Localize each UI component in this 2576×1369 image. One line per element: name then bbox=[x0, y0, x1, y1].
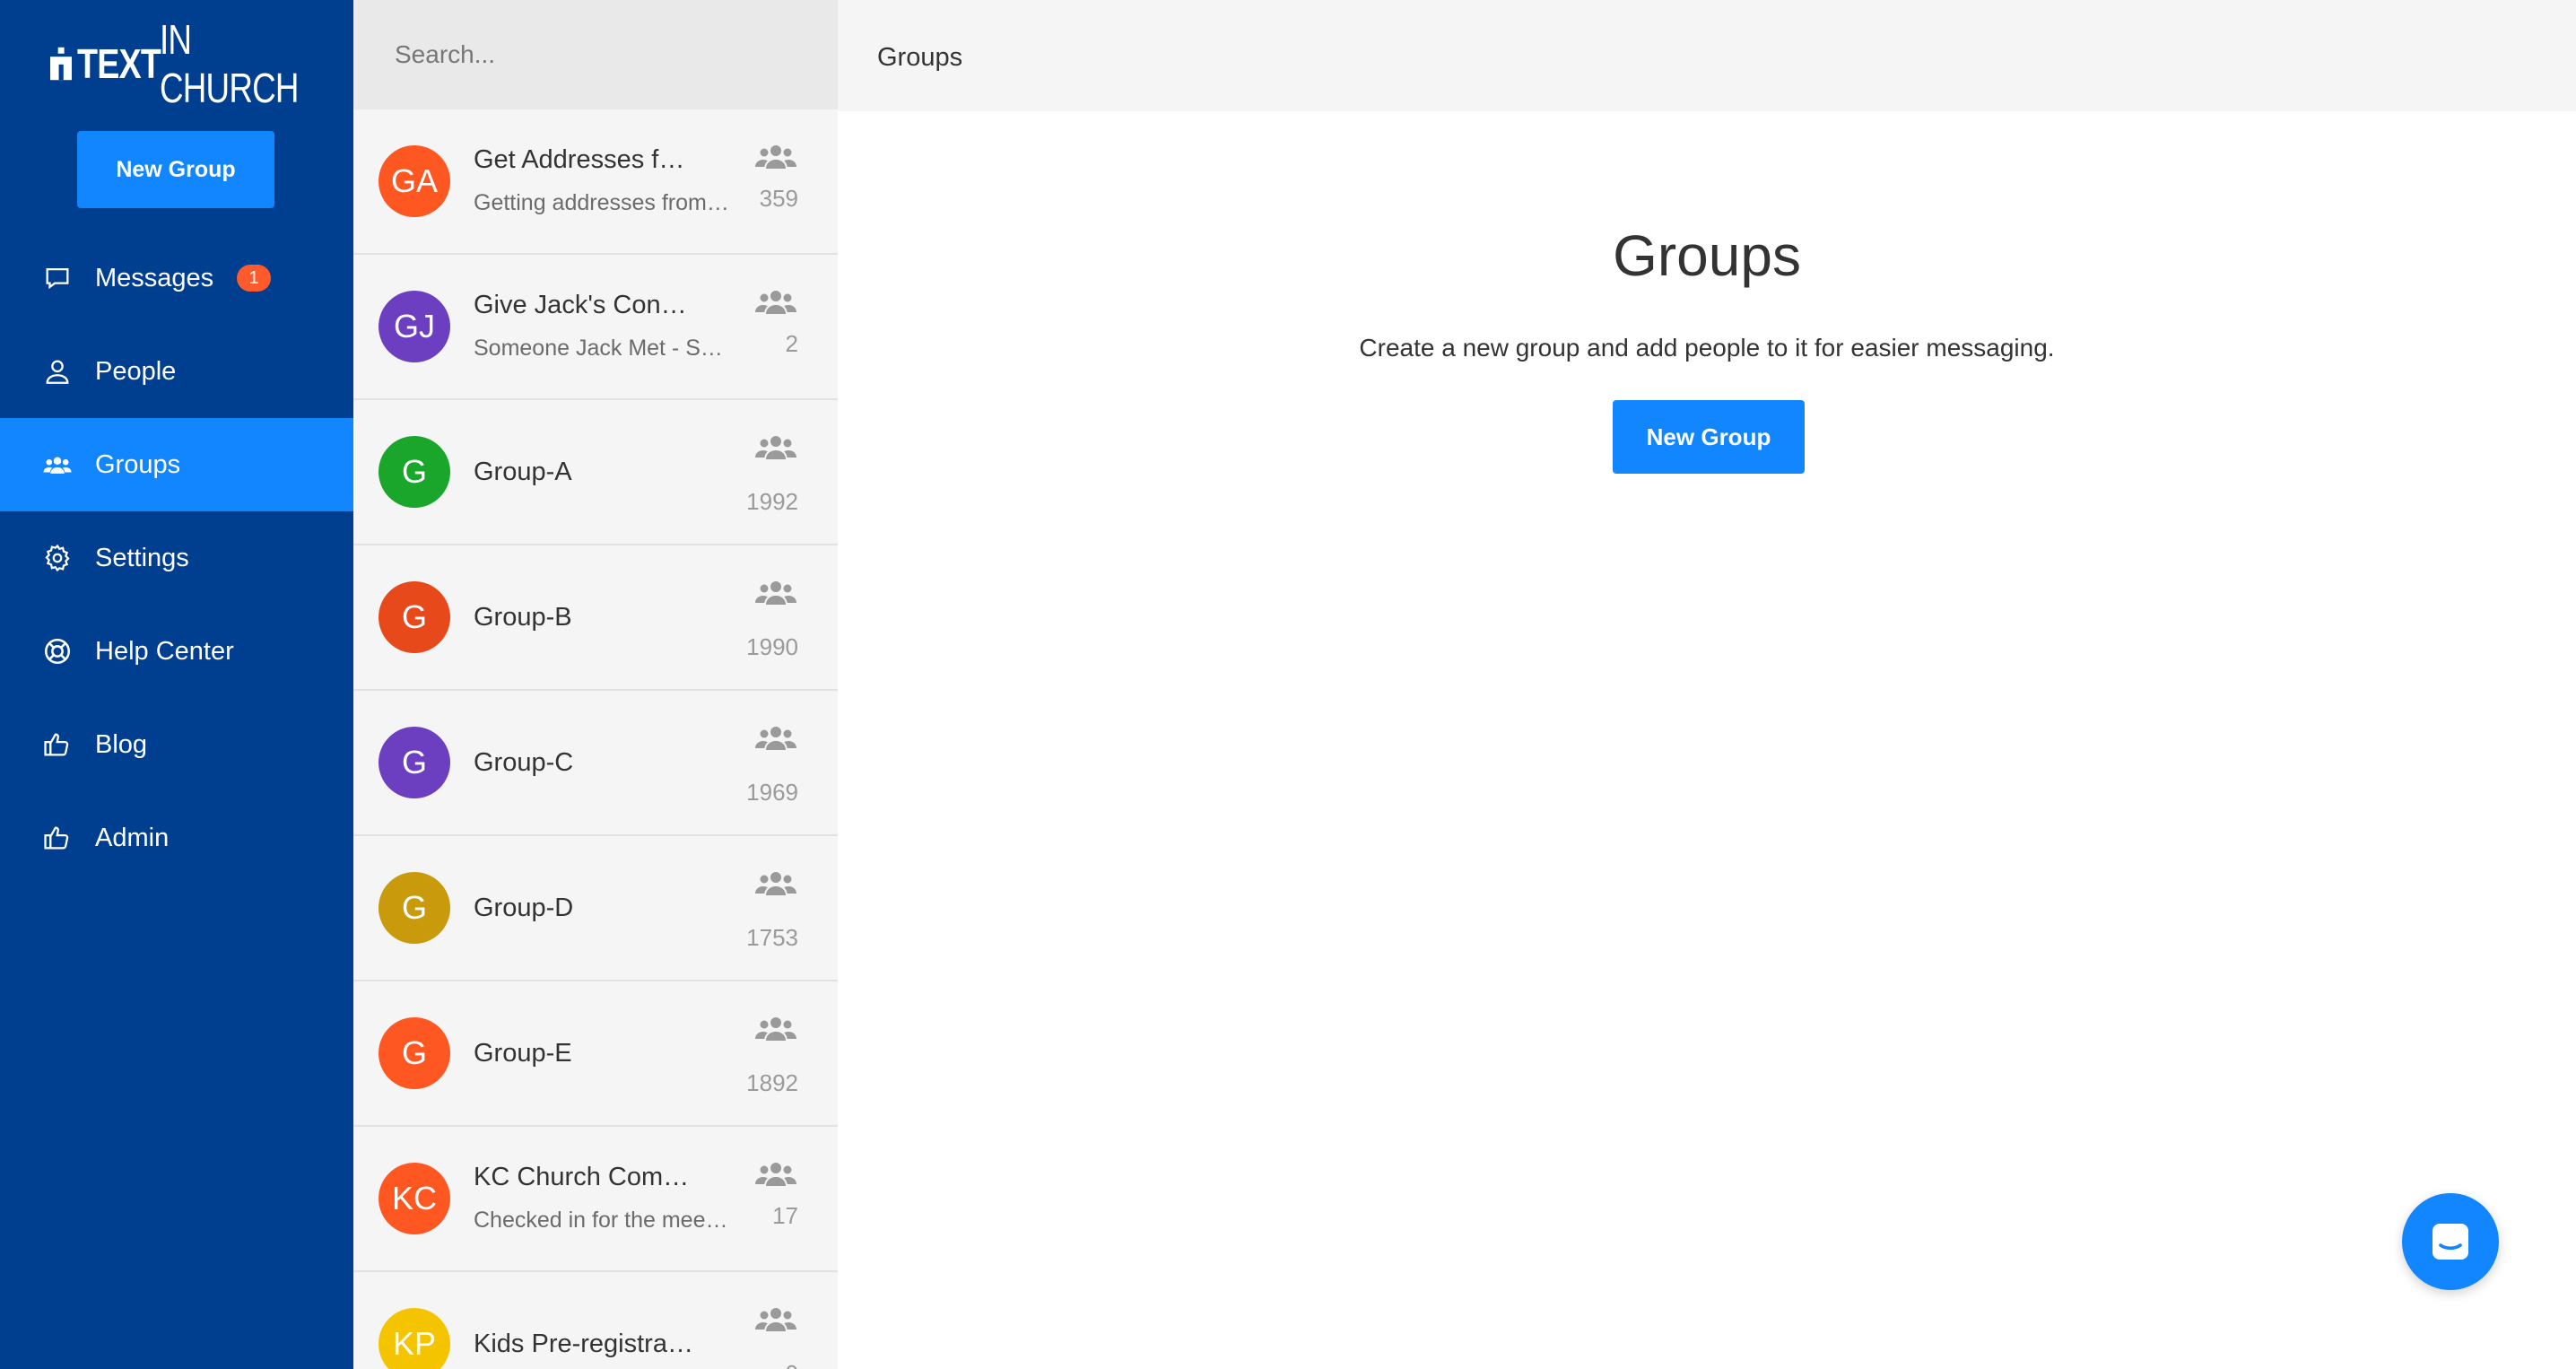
group-name: Group-B bbox=[474, 603, 572, 632]
sidebar-item-label: Blog bbox=[95, 729, 148, 759]
group-name: Group-D bbox=[474, 894, 574, 922]
sidebar: TEXT IN CHURCH New Group Messages 1 Peop… bbox=[0, 0, 353, 1369]
group-name: Kids Pre-registration bbox=[474, 1330, 693, 1358]
group-avatar: G bbox=[379, 872, 450, 944]
sidebar-item-label: Admin bbox=[95, 823, 170, 852]
group-row[interactable]: G Group-D 1753 bbox=[353, 836, 838, 981]
sidebar-item-settings[interactable]: Settings bbox=[0, 511, 353, 605]
group-member-count: 1992 bbox=[746, 488, 798, 515]
group-avatar: GJ bbox=[379, 291, 450, 362]
group-name: KC Church Community bbox=[474, 1163, 693, 1191]
thumbs-up-icon bbox=[39, 820, 75, 856]
church-logo-icon bbox=[50, 47, 73, 81]
group-member-count: 1892 bbox=[746, 1069, 798, 1096]
group-row[interactable]: KC KC Church Community Checked in for the … bbox=[353, 1127, 838, 1272]
group-avatar: GA bbox=[379, 145, 450, 217]
group-row[interactable]: KP Kids Pre-registration 0 bbox=[353, 1272, 838, 1369]
group-name: Get Addresses for Kids bbox=[474, 145, 693, 174]
group-name: Give Jack's Contact Info bbox=[474, 291, 693, 319]
sidebar-new-group-button[interactable]: New Group bbox=[77, 131, 274, 208]
group-name: Group-C bbox=[474, 748, 574, 777]
group-row[interactable]: G Group-C 1969 bbox=[353, 691, 838, 836]
group-avatar: G bbox=[379, 436, 450, 508]
sidebar-item-admin[interactable]: Admin bbox=[0, 791, 353, 885]
sidebar-item-blog[interactable]: Blog bbox=[0, 698, 353, 791]
group-avatar: KC bbox=[379, 1163, 450, 1234]
logo-text-light: IN CHURCH bbox=[159, 16, 299, 111]
person-icon bbox=[39, 353, 75, 389]
app-root: TEXT IN CHURCH New Group Messages 1 Peop… bbox=[0, 0, 2576, 1369]
sidebar-nav: Messages 1 People Groups Settings Help C… bbox=[0, 231, 353, 885]
unread-badge: 1 bbox=[237, 265, 271, 292]
chat-launcher-button[interactable] bbox=[2402, 1193, 2499, 1290]
sidebar-item-help-center[interactable]: Help Center bbox=[0, 605, 353, 698]
sidebar-item-label: Groups bbox=[95, 449, 181, 479]
new-group-button[interactable]: New Group bbox=[1613, 400, 1805, 474]
group-member-count: 1753 bbox=[746, 924, 798, 951]
people-icon bbox=[753, 578, 798, 608]
sidebar-item-messages[interactable]: Messages 1 bbox=[0, 231, 353, 325]
people-icon bbox=[753, 1304, 798, 1335]
people-icon bbox=[753, 868, 798, 899]
sidebar-item-groups[interactable]: Groups bbox=[0, 418, 353, 511]
group-avatar: G bbox=[379, 581, 450, 653]
chat-widget-icon bbox=[2432, 1224, 2468, 1260]
group-name: Group-E bbox=[474, 1039, 572, 1068]
group-row[interactable]: GA Get Addresses for Kids Getting addresse… bbox=[353, 109, 838, 255]
group-list: GA Get Addresses for Kids Getting addresse… bbox=[353, 109, 838, 1369]
group-row[interactable]: G Group-B 1990 bbox=[353, 545, 838, 691]
group-member-count: 0 bbox=[786, 1360, 798, 1369]
thumbs-up-icon bbox=[39, 727, 75, 763]
logo[interactable]: TEXT IN CHURCH bbox=[50, 16, 353, 111]
gear-icon bbox=[39, 540, 75, 576]
logo-text-bold: TEXT bbox=[77, 40, 161, 87]
group-row[interactable]: GJ Give Jack's Contact Info Someone Jack M… bbox=[353, 255, 838, 400]
group-member-count: 2 bbox=[785, 330, 798, 357]
group-row[interactable]: G Group-A 1992 bbox=[353, 400, 838, 545]
people-icon bbox=[753, 287, 798, 318]
group-avatar: G bbox=[379, 1017, 450, 1089]
chat-bubble-icon bbox=[39, 260, 75, 296]
people-icon bbox=[753, 1159, 798, 1190]
group-member-count: 1969 bbox=[746, 779, 798, 806]
group-name: Group-A bbox=[474, 458, 572, 486]
group-list-panel: GA Get Addresses for Kids Getting addresse… bbox=[353, 0, 838, 1369]
sidebar-item-label: People bbox=[95, 356, 177, 386]
people-icon bbox=[753, 432, 798, 463]
search-bar bbox=[353, 0, 838, 109]
group-member-count: 17 bbox=[772, 1202, 798, 1229]
people-group-icon bbox=[39, 447, 75, 483]
group-subtitle: Getting addresses from parents bbox=[474, 190, 734, 215]
group-avatar: G bbox=[379, 727, 450, 798]
sidebar-item-label: Help Center bbox=[95, 636, 234, 666]
group-row[interactable]: G Group-E 1892 bbox=[353, 981, 838, 1127]
sidebar-item-label: Settings bbox=[95, 543, 189, 572]
group-member-count: 1990 bbox=[746, 633, 798, 660]
page-description: Create a new group and add people to it … bbox=[1359, 334, 2055, 362]
lifebuoy-icon bbox=[39, 633, 75, 669]
people-icon bbox=[753, 723, 798, 754]
group-subtitle: Someone Jack Met - Sunday bbox=[474, 336, 734, 361]
main-header: Groups bbox=[838, 0, 2576, 111]
search-input[interactable] bbox=[395, 32, 807, 77]
sidebar-item-label: Messages bbox=[95, 263, 214, 292]
people-icon bbox=[753, 1014, 798, 1044]
group-avatar: KP bbox=[379, 1308, 450, 1369]
people-icon bbox=[753, 142, 798, 172]
page-title: Groups bbox=[1613, 223, 1801, 288]
group-subtitle: Checked in for the meeting bbox=[474, 1208, 734, 1233]
page-header-title: Groups bbox=[877, 43, 963, 72]
sidebar-item-people[interactable]: People bbox=[0, 325, 353, 418]
group-member-count: 359 bbox=[759, 185, 798, 212]
